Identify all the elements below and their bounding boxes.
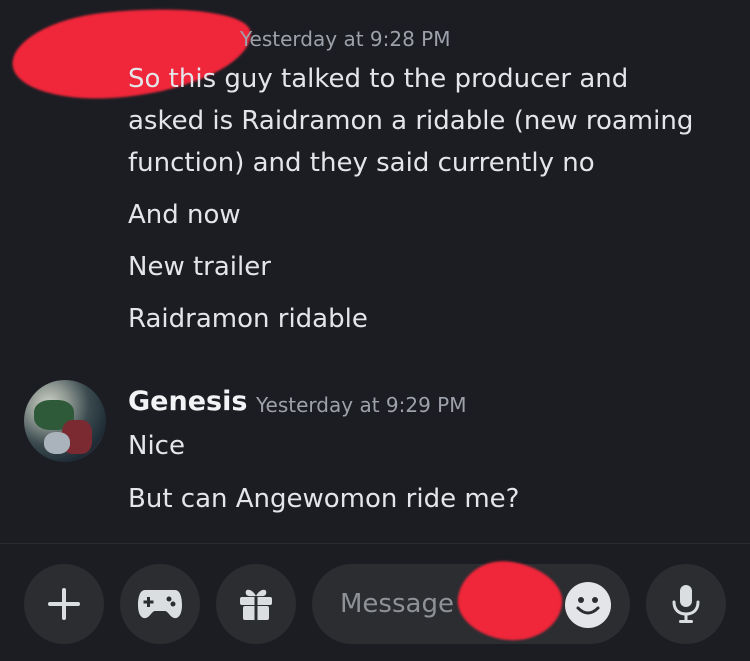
message-line: asked is Raidramon a ridable (new roamin…	[128, 106, 694, 136]
message-line: And now	[128, 200, 241, 230]
voice-message-button[interactable]	[646, 564, 726, 644]
gift-button[interactable]	[216, 564, 296, 644]
chat-view: Yesterday at 9:28 PM So this guy talked …	[0, 0, 750, 661]
message-line: So this guy talked to the producer and	[128, 64, 629, 94]
gift-icon	[240, 589, 272, 620]
activities-button[interactable]	[120, 564, 200, 644]
microphone-icon	[672, 585, 700, 623]
composer-divider	[0, 543, 750, 544]
message-line: function) and they said currently no	[128, 148, 595, 178]
gamepad-icon	[138, 590, 182, 619]
emoji-icon	[576, 597, 600, 615]
message-line: Raidramon ridable	[128, 304, 368, 334]
message-timestamp: Yesterday at 9:29 PM	[256, 393, 467, 417]
emoji-button[interactable]	[565, 582, 611, 628]
message-line: New trailer	[128, 252, 271, 282]
plus-icon	[48, 588, 80, 620]
message-author[interactable]: Genesis	[128, 386, 247, 417]
message-line: Nice	[128, 431, 185, 461]
add-attachment-button[interactable]	[24, 564, 104, 644]
message-line: But can Angewomon ride me?	[128, 484, 520, 514]
avatar[interactable]	[24, 380, 106, 462]
message-timestamp: Yesterday at 9:28 PM	[240, 27, 451, 51]
